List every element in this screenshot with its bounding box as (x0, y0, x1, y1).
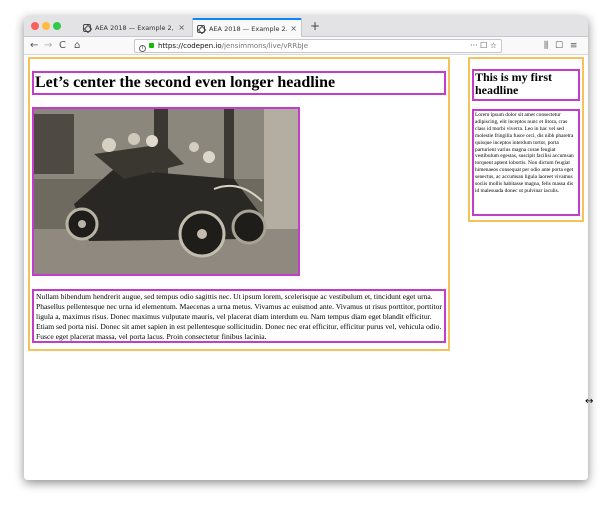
browser-window: AEA 2018 — Example 2, Flexi × AEA 2018 —… (24, 16, 588, 480)
vintage-car-photo (32, 107, 300, 276)
side-body-text: Lorem ipsum dolor sit amet consectetur a… (472, 109, 580, 216)
lock-icon (149, 43, 154, 48)
info-icon[interactable]: i (139, 45, 146, 52)
window-maximize-button[interactable] (53, 22, 61, 30)
resize-cursor-icon: ↔ (585, 396, 594, 407)
library-sidebar-menu-icons[interactable]: ⫼ ☐ ≡ (544, 39, 577, 53)
window-minimize-button[interactable] (42, 22, 50, 30)
tab-example-2[interactable]: AEA 2018 — Example 2, Flexi × (79, 18, 189, 37)
tab-close-icon[interactable]: × (290, 24, 297, 33)
tab-label: AEA 2018 — Example 2, Flexi (95, 23, 175, 32)
vintage-car-image (34, 109, 298, 274)
codepen-icon (83, 23, 91, 32)
navigation-toolbar: ← → C ⌂ i https://codepen.io/jensimmons/l… (24, 37, 588, 55)
url-host: https://codepen.io (158, 42, 222, 50)
main-column: Let’s center the second even longer head… (28, 57, 450, 351)
tab-label: AEA 2018 — Example 2.5, Flexi (209, 24, 288, 33)
codepen-icon (197, 24, 205, 33)
url-path: /jensimmons/live/vRRbJe (221, 42, 309, 50)
tab-bar: AEA 2018 — Example 2, Flexi × AEA 2018 —… (24, 16, 588, 37)
home-icon[interactable]: ⌂ (74, 39, 80, 53)
side-headline: This is my first headline (472, 69, 580, 101)
new-tab-button[interactable]: + (310, 18, 320, 35)
address-bar[interactable]: i https://codepen.io/jensimmons/live/vRRb… (134, 39, 502, 53)
main-body-text: Nullam bibendum hendrerit augue, sed tem… (32, 289, 446, 343)
page-viewport: Let’s center the second even longer head… (24, 55, 588, 480)
side-column: This is my first headline Lorem ipsum do… (468, 57, 584, 222)
forward-arrow-icon[interactable]: → (44, 39, 52, 53)
page-actions-icons[interactable]: ··· ☐ ☆ (470, 40, 497, 52)
window-close-button[interactable] (31, 22, 39, 30)
back-arrow-icon[interactable]: ← (30, 39, 38, 53)
tab-example-2-5[interactable]: AEA 2018 — Example 2.5, Flexi × (192, 18, 302, 37)
main-headline: Let’s center the second even longer head… (32, 71, 446, 95)
reload-icon[interactable]: C (59, 39, 66, 53)
tab-close-icon[interactable]: × (178, 23, 185, 32)
